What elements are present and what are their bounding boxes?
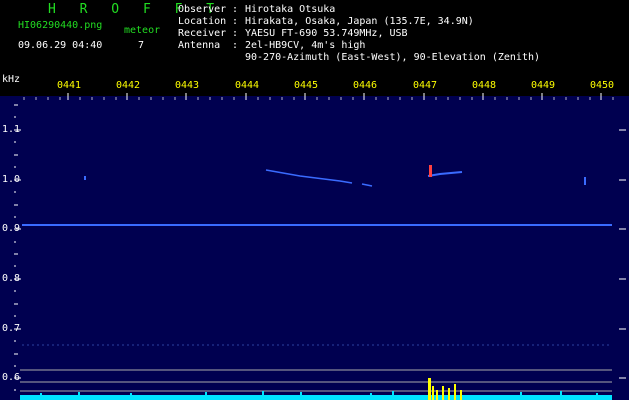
y-tick-label: 0.8 — [2, 273, 21, 284]
y-tick-label: 0.7 — [2, 323, 21, 334]
x-axis-ticks — [67, 93, 602, 100]
y-tick-label: 0.6 — [2, 372, 21, 383]
spectrum-bars — [20, 391, 612, 400]
meteor-echo-dot — [84, 176, 86, 180]
y-tick-label: 1.0 — [2, 174, 21, 185]
meteor-echo-dot — [584, 177, 586, 185]
meteor-echo-trail — [265, 169, 353, 184]
reference-lines — [20, 369, 612, 392]
spectrogram-overlay — [14, 93, 626, 400]
meteor-head-echo — [429, 165, 432, 177]
x-axis-minor-ticks — [23, 97, 614, 100]
meteor-echo-trail — [427, 171, 463, 177]
y-tick-label: 0.9 — [2, 223, 21, 234]
y-tick-label: 1.1 — [2, 124, 21, 135]
y-axis-right-ticks — [619, 129, 626, 379]
y-axis-ticks — [14, 104, 21, 391]
meteor-echo-trail — [361, 183, 373, 187]
